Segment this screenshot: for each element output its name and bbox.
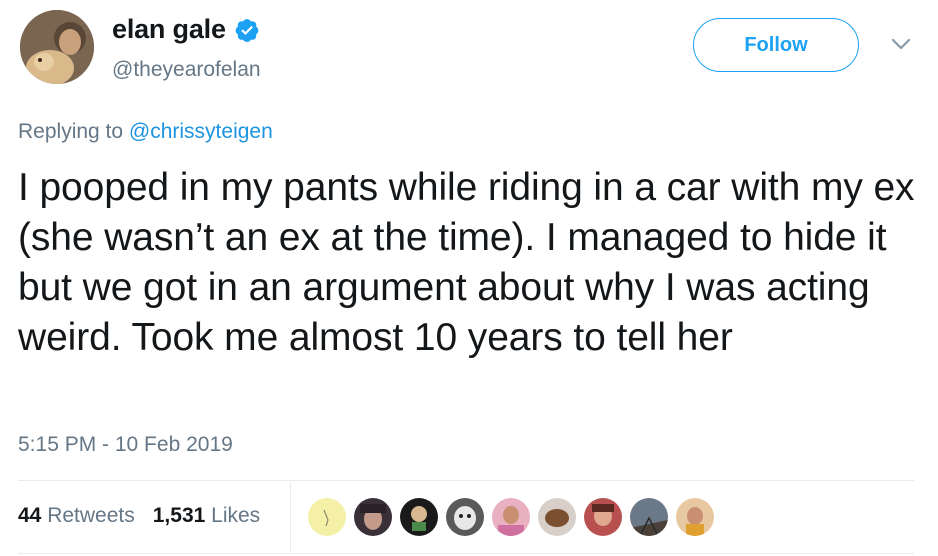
liker-avatar[interactable]: [538, 498, 576, 536]
retweets-count: 44: [18, 504, 42, 527]
author-name-row: elan gale: [112, 14, 260, 45]
liker-avatar[interactable]: [584, 498, 622, 536]
retweets-label: Retweets: [47, 504, 135, 527]
author-display-name[interactable]: elan gale: [112, 14, 226, 45]
liker-avatar[interactable]: [492, 498, 530, 536]
liker-avatar[interactable]: [400, 498, 438, 536]
reply-prefix: Replying to: [18, 120, 129, 143]
verified-badge-icon: [234, 17, 260, 43]
author-avatar[interactable]: [20, 10, 94, 84]
divider: [18, 480, 914, 481]
liker-avatar[interactable]: [354, 498, 392, 536]
author-handle[interactable]: @theyearofelan: [112, 58, 261, 82]
tweet-stats: 44 Retweets 1,531 Likes: [18, 504, 260, 528]
stats-separator: [290, 482, 291, 552]
likes-stat[interactable]: 1,531 Likes: [153, 504, 260, 528]
liker-avatar[interactable]: [676, 498, 714, 536]
chevron-down-icon[interactable]: [890, 36, 912, 52]
reply-mention-link[interactable]: @chrissyteigen: [129, 120, 273, 143]
divider: [18, 553, 914, 554]
likers-avatars: [308, 498, 714, 536]
likes-label: Likes: [211, 504, 261, 527]
follow-button[interactable]: Follow: [693, 18, 859, 72]
likes-count: 1,531: [152, 504, 206, 527]
liker-avatar[interactable]: [446, 498, 484, 536]
liker-avatar[interactable]: [630, 498, 668, 536]
tweet-text: I pooped in my pants while riding in a c…: [18, 166, 915, 359]
reply-context: Replying to @chrissyteigen: [18, 120, 273, 144]
liker-avatar[interactable]: [308, 498, 346, 536]
tweet-timestamp[interactable]: 5:15 PM - 10 Feb 2019: [18, 433, 233, 457]
retweets-stat[interactable]: 44 Retweets: [18, 504, 135, 528]
